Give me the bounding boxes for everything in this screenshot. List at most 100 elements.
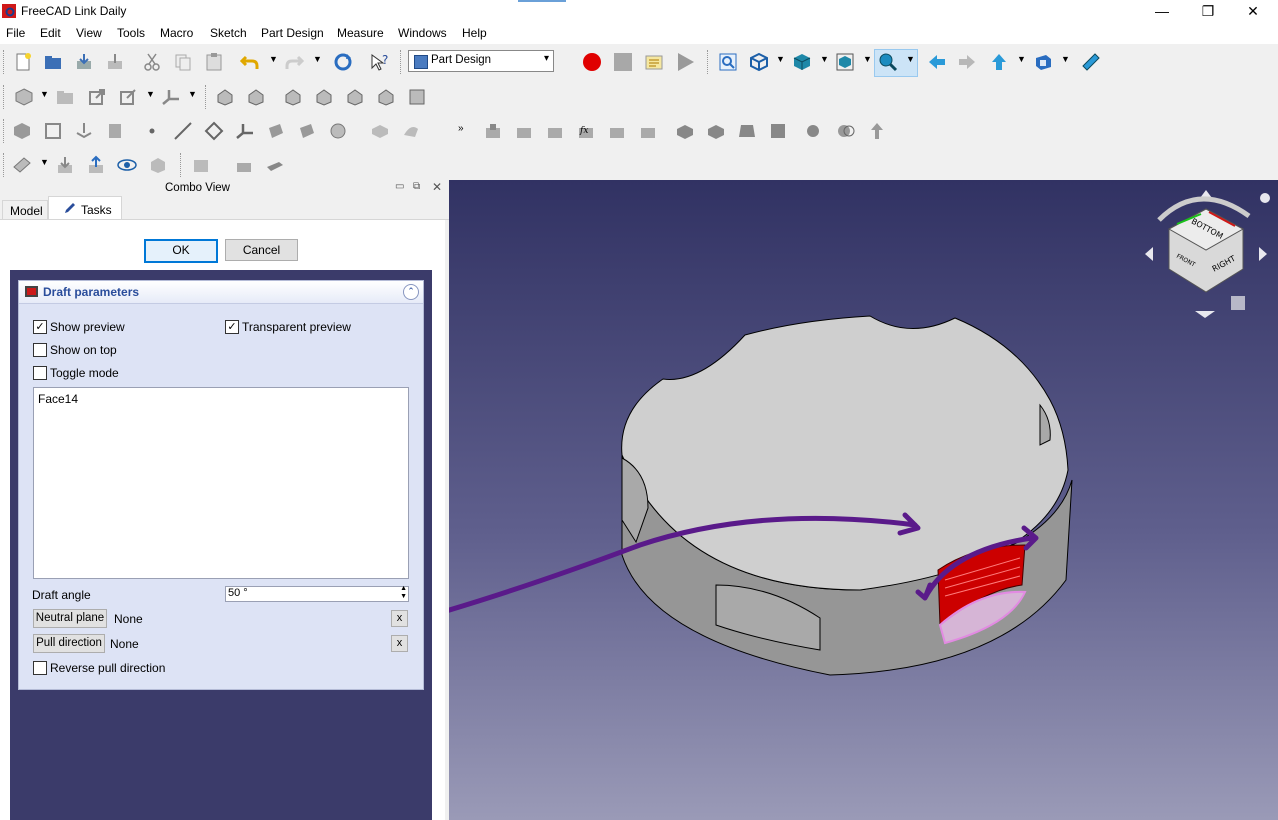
menu-windows[interactable]: Windows — [398, 26, 447, 40]
draw-style-icon[interactable] — [792, 52, 812, 72]
navigation-cube[interactable]: BOTTOM RIGHT FRONT — [1139, 184, 1275, 324]
draft-parameters-header[interactable]: Draft parameters ⌃ — [19, 281, 423, 304]
redo-icon[interactable] — [284, 52, 304, 72]
groove-icon[interactable] — [545, 121, 565, 141]
restore-button[interactable]: ❐ — [1188, 2, 1228, 22]
sheet-metal-icon[interactable] — [265, 155, 285, 175]
ok-button[interactable]: OK — [144, 239, 218, 263]
open-folder-icon[interactable] — [43, 52, 63, 72]
stop-macro-icon[interactable] — [613, 52, 633, 72]
part-container-icon[interactable] — [14, 87, 34, 107]
nav-rotate-down-icon[interactable] — [1195, 311, 1215, 318]
cancel-button[interactable]: Cancel — [225, 239, 298, 261]
datum-cs-icon[interactable] — [161, 87, 181, 107]
draw-style-dropdown-arrow[interactable]: ▼ — [820, 54, 829, 64]
create-sketch-icon[interactable] — [43, 121, 63, 141]
measure-toggle-all-icon[interactable] — [345, 87, 365, 107]
subtractive-helix-icon[interactable] — [638, 121, 658, 141]
axonometric-view-icon[interactable] — [749, 52, 769, 72]
show-preview-checkbox[interactable]: ✓ — [33, 320, 47, 334]
toolbar-grip[interactable] — [3, 50, 7, 74]
group-folder-icon[interactable] — [55, 87, 75, 107]
std-view-icon[interactable] — [1033, 52, 1053, 72]
execute-macro-icon[interactable] — [675, 52, 695, 72]
chamfer-icon[interactable] — [706, 121, 726, 141]
menu-macro[interactable]: Macro — [160, 26, 193, 40]
clone-icon[interactable] — [297, 121, 317, 141]
create-body-icon[interactable] — [12, 121, 32, 141]
show-on-top-checkbox[interactable] — [33, 343, 47, 357]
measure-refresh-icon[interactable] — [283, 87, 303, 107]
fit-all-icon[interactable] — [718, 52, 738, 72]
measure-toggle-3d-icon[interactable] — [376, 87, 396, 107]
menu-part-design[interactable]: Part Design — [261, 26, 324, 40]
menu-edit[interactable]: Edit — [40, 26, 61, 40]
clear-neutral-plane-button[interactable]: x — [391, 610, 408, 627]
link-make-icon[interactable] — [87, 87, 107, 107]
link-actions-icon[interactable] — [118, 87, 138, 107]
part-dropdown-arrow[interactable]: ▼ — [40, 89, 49, 99]
new-document-icon[interactable] — [13, 52, 33, 72]
measure-toggle-delta-icon[interactable] — [407, 87, 427, 107]
boolean-icon[interactable] — [867, 121, 887, 141]
record-macro-icon[interactable] — [582, 52, 602, 72]
redo-dropdown-arrow[interactable]: ▼ — [313, 54, 322, 64]
dock-float-icon[interactable]: ▭ — [395, 181, 404, 192]
zoom-icon[interactable] — [878, 52, 898, 72]
face-list[interactable]: Face14 — [33, 387, 409, 579]
render-icon[interactable] — [148, 155, 168, 175]
menu-sketch[interactable]: Sketch — [210, 26, 247, 40]
bounding-box-icon[interactable] — [835, 52, 855, 72]
collapse-icon[interactable]: ⌃ — [403, 284, 419, 300]
undo-icon[interactable] — [240, 52, 260, 72]
view-section-icon[interactable] — [117, 155, 137, 175]
toolbar-grip[interactable] — [400, 50, 404, 74]
copy-icon[interactable] — [173, 52, 193, 72]
draft-icon[interactable] — [737, 121, 757, 141]
linear-pattern-icon[interactable] — [836, 121, 856, 141]
shape-binder-icon[interactable] — [105, 121, 125, 141]
sprocket-icon[interactable] — [328, 121, 348, 141]
menu-view[interactable]: View — [76, 26, 102, 40]
undo-dropdown-arrow[interactable]: ▼ — [269, 54, 278, 64]
3d-viewport[interactable]: BOTTOM RIGHT FRONT — [449, 180, 1278, 820]
transparent-preview-checkbox[interactable]: ✓ — [225, 320, 239, 334]
datum-line-icon[interactable] — [173, 121, 193, 141]
forward-arrow-icon[interactable] — [957, 52, 977, 72]
toolbar-grip[interactable] — [3, 153, 7, 177]
sketch-view-icon[interactable] — [12, 155, 32, 175]
export-icon[interactable] — [86, 155, 106, 175]
thickness-icon[interactable] — [768, 121, 788, 141]
pad-icon[interactable] — [370, 121, 390, 141]
toggle-mode-checkbox[interactable] — [33, 366, 47, 380]
sketch-view-dropdown-arrow[interactable]: ▼ — [40, 157, 49, 167]
draft-angle-spinbox[interactable]: 50 ° ▲ ▼ — [225, 585, 409, 602]
whats-this-icon[interactable]: ? — [369, 52, 389, 72]
toolbar-overflow-icon[interactable]: » — [458, 123, 464, 134]
tab-tasks[interactable]: Tasks — [48, 196, 122, 221]
fem-mesh-icon[interactable] — [234, 155, 254, 175]
import-icon[interactable] — [55, 155, 75, 175]
subtractive-pipe-icon[interactable] — [607, 121, 627, 141]
toolbar-grip[interactable] — [3, 119, 7, 143]
fillet-icon[interactable] — [675, 121, 695, 141]
toolbar-grip[interactable] — [3, 85, 7, 109]
dock-undock-icon[interactable]: ⧉ — [413, 181, 420, 192]
measure-linear-icon[interactable] — [215, 87, 235, 107]
clear-pull-direction-button[interactable]: x — [391, 635, 408, 652]
save-as-icon[interactable] — [105, 52, 125, 72]
menu-tools[interactable]: Tools — [117, 26, 145, 40]
measure-angular-icon[interactable] — [246, 87, 266, 107]
assembly-icon[interactable] — [191, 155, 211, 175]
measure-ruler-icon[interactable] — [1081, 52, 1101, 72]
reverse-pull-direction-checkbox[interactable] — [33, 661, 47, 675]
subtractive-loft-icon[interactable]: fx — [576, 121, 596, 141]
view-dropdown-arrow[interactable]: ▼ — [776, 54, 785, 64]
nav-mini-cube-icon[interactable] — [1231, 296, 1245, 310]
menu-help[interactable]: Help — [462, 26, 487, 40]
refresh-icon[interactable] — [333, 52, 353, 72]
hole-icon[interactable] — [514, 121, 534, 141]
toolbar-grip[interactable] — [707, 50, 711, 74]
minimize-button[interactable]: — — [1142, 2, 1182, 22]
close-button[interactable]: ✕ — [1233, 2, 1273, 22]
